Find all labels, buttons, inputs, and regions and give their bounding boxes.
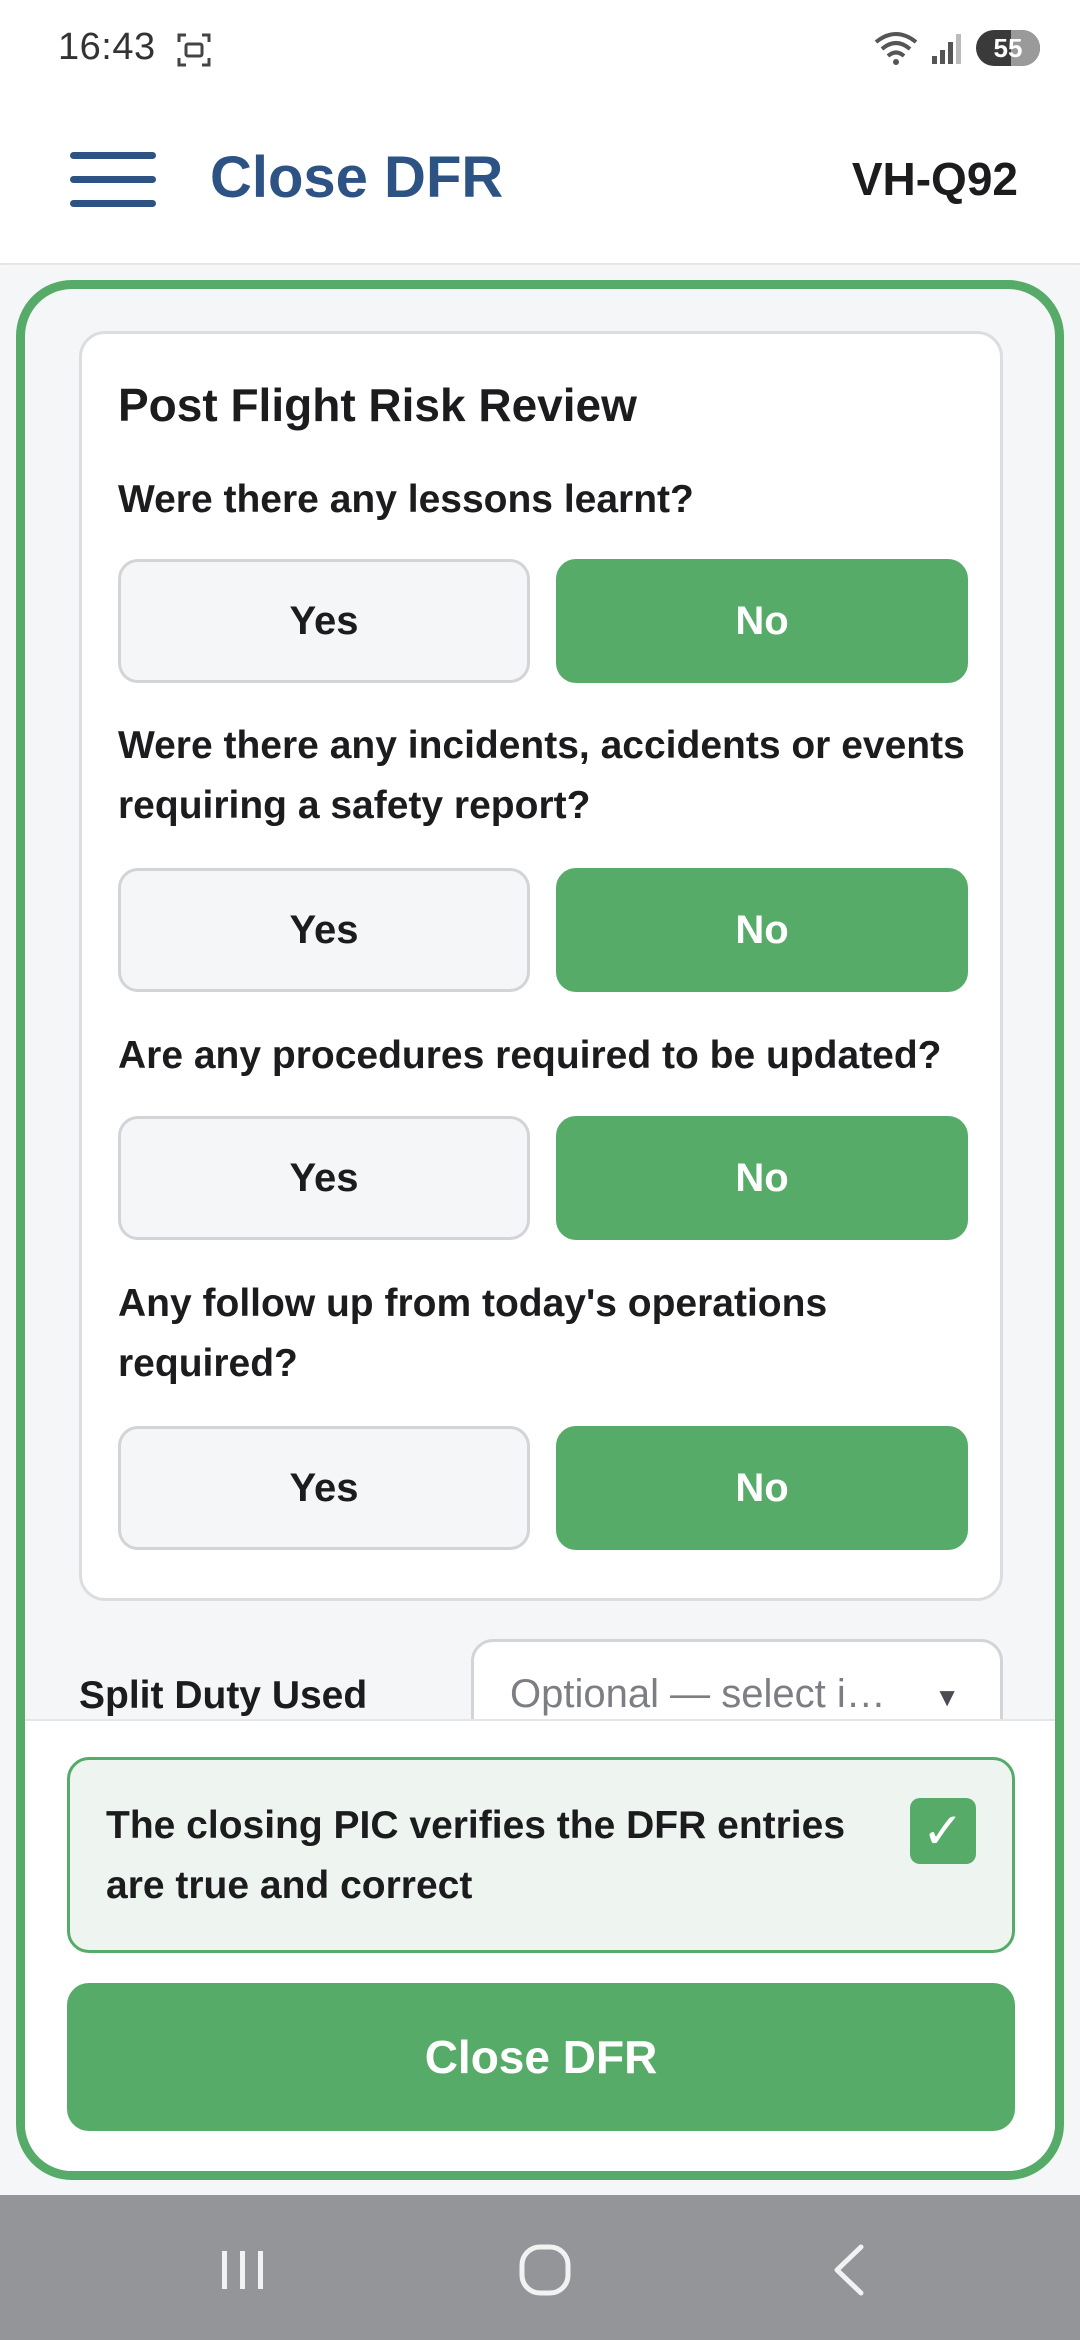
hamburger-menu-icon[interactable] xyxy=(70,152,156,208)
split-duty-label: Split Duty Used xyxy=(79,1674,368,1717)
close-dfr-button[interactable]: Close DFR xyxy=(67,1983,1015,2131)
follow-up-no-button[interactable]: No xyxy=(556,1426,968,1550)
aircraft-registration: VH-Q92 xyxy=(851,153,1018,205)
answer-row-safety-report: Yes No xyxy=(118,868,968,992)
app-bar: Close DFR VH-Q92 xyxy=(0,100,1080,265)
signal-icon xyxy=(932,34,961,64)
follow-up-yes-button[interactable]: Yes xyxy=(118,1426,530,1550)
wifi-icon xyxy=(874,32,918,65)
pic-verification-checkbox[interactable]: ✓ xyxy=(910,1798,976,1864)
split-duty-placeholder: Optional — select i… xyxy=(510,1671,886,1716)
scroll-area[interactable]: Post Flight Risk Review Were there any l… xyxy=(25,289,1055,1719)
card-title: Post Flight Risk Review xyxy=(118,379,637,431)
close-dfr-form: Post Flight Risk Review Were there any l… xyxy=(16,280,1064,2180)
answer-row-lessons-learnt: Yes No xyxy=(118,559,968,683)
post-flight-risk-review-card: Post Flight Risk Review Were there any l… xyxy=(79,331,1003,1601)
pic-verification-box[interactable]: The closing PIC verifies the DFR entries… xyxy=(67,1757,1015,1953)
safety-report-yes-button[interactable]: Yes xyxy=(118,868,530,992)
safety-report-no-button[interactable]: No xyxy=(556,868,968,992)
back-icon[interactable] xyxy=(815,2235,885,2305)
battery-level: 55 xyxy=(993,32,1023,63)
question-follow-up: Any follow up from today's operations re… xyxy=(118,1282,828,1385)
lessons-learnt-yes-button[interactable]: Yes xyxy=(118,559,530,683)
status-time: 16:43 xyxy=(58,26,156,68)
procedures-update-no-button[interactable]: No xyxy=(556,1116,968,1240)
question-lessons-learnt: Were there any lessons learnt? xyxy=(118,478,694,521)
pic-verification-text: The closing PIC verifies the DFR entries… xyxy=(106,1804,846,1907)
answer-row-procedures-update: Yes No xyxy=(118,1116,968,1240)
split-duty-select[interactable]: Optional — select i… ▼ xyxy=(471,1639,1003,1719)
procedures-update-yes-button[interactable]: Yes xyxy=(118,1116,530,1240)
dropdown-arrow-icon: ▼ xyxy=(934,1682,960,1712)
check-icon: ✓ xyxy=(922,1803,964,1859)
system-navigation-bar xyxy=(0,2195,1080,2340)
screenshot-icon xyxy=(177,33,211,67)
question-safety-report: Were there any incidents, accidents or e… xyxy=(118,724,965,827)
recent-apps-icon[interactable] xyxy=(208,2235,278,2305)
lessons-learnt-no-button[interactable]: No xyxy=(556,559,968,683)
answer-row-follow-up: Yes No xyxy=(118,1426,968,1550)
status-bar: 16:43 55 xyxy=(0,0,1080,100)
battery-icon: 55 xyxy=(976,30,1040,66)
status-icons: 55 xyxy=(872,28,1040,68)
question-procedures-update: Are any procedures required to be update… xyxy=(118,1034,942,1077)
home-icon[interactable] xyxy=(510,2235,580,2305)
page-title: Close DFR xyxy=(210,145,504,210)
bottom-action-panel: The closing PIC verifies the DFR entries… xyxy=(25,1719,1055,2171)
